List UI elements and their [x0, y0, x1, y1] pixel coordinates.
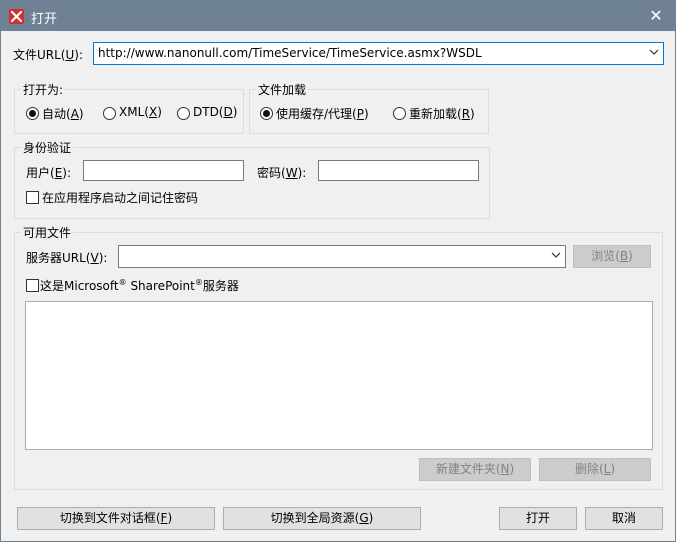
- files-list[interactable]: [25, 301, 653, 450]
- server-url-label: 服务器URL(V):: [26, 251, 108, 265]
- available-files-title: 可用文件: [21, 224, 74, 241]
- auth-group: [14, 147, 490, 219]
- browse-button[interactable]: 浏览(B): [573, 245, 651, 268]
- remember-password-label[interactable]: 在应用程序启动之间记住密码: [42, 189, 198, 206]
- radio-reload[interactable]: [393, 107, 406, 120]
- close-icon[interactable]: ✕: [645, 5, 667, 27]
- remember-password-checkbox[interactable]: [26, 191, 39, 204]
- cancel-button[interactable]: 取消: [585, 507, 663, 530]
- window-title: 打开: [31, 12, 58, 27]
- radio-use-cache[interactable]: [260, 107, 273, 120]
- radio-auto-label[interactable]: 自动(A): [42, 105, 84, 122]
- radio-xml-label[interactable]: XML(X): [119, 105, 162, 119]
- app-icon: [9, 9, 24, 24]
- file-url-combobox[interactable]: http://www.nanonull.com/TimeService/Time…: [93, 42, 664, 65]
- open-as-title: 打开为:: [21, 81, 66, 98]
- radio-xml[interactable]: [103, 107, 116, 120]
- switch-file-dialog-button[interactable]: 切换到文件对话框(F): [17, 507, 215, 530]
- file-load-title: 文件加载: [256, 81, 309, 98]
- file-url-value[interactable]: http://www.nanonull.com/TimeService/Time…: [98, 46, 482, 60]
- user-input[interactable]: [83, 160, 244, 181]
- server-url-combobox[interactable]: [118, 245, 566, 268]
- open-button[interactable]: 打开: [499, 507, 577, 530]
- radio-auto[interactable]: [26, 107, 39, 120]
- sharepoint-label[interactable]: 这是Microsoft® SharePoint®服务器: [40, 277, 239, 294]
- radio-dtd[interactable]: [177, 107, 190, 120]
- file-url-label: 文件URL(U):: [13, 48, 84, 62]
- password-label: 密码(W):: [257, 166, 307, 180]
- chevron-down-icon[interactable]: [551, 250, 561, 260]
- radio-reload-label[interactable]: 重新加载(R): [409, 105, 475, 122]
- new-folder-button[interactable]: 新建文件夹(N): [419, 458, 531, 481]
- chevron-down-icon[interactable]: [649, 47, 659, 57]
- radio-dtd-label[interactable]: DTD(D): [193, 105, 237, 119]
- open-dialog: 打开 ✕ 文件URL(U): http://www.nanonull.com/T…: [0, 0, 676, 542]
- title-bar[interactable]: 打开 ✕: [1, 1, 675, 31]
- user-label: 用户(E):: [26, 166, 72, 180]
- delete-button[interactable]: 删除(L): [539, 458, 651, 481]
- auth-title: 身份验证: [21, 139, 74, 156]
- sharepoint-checkbox[interactable]: [26, 279, 39, 292]
- switch-global-resources-button[interactable]: 切换到全局资源(G): [223, 507, 421, 530]
- password-input[interactable]: [318, 160, 479, 181]
- radio-use-cache-label[interactable]: 使用缓存/代理(P): [276, 105, 369, 122]
